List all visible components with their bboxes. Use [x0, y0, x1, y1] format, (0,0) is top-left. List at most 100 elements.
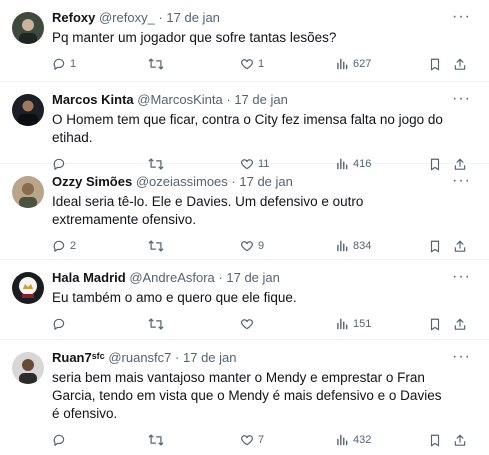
- like-count: 9: [258, 240, 265, 252]
- more-options-icon[interactable]: ···: [452, 269, 471, 285]
- reply-button[interactable]: 2: [52, 239, 76, 253]
- tweet-header: Marcos Kinta @MarcosKinta · 17 de jan: [52, 92, 445, 108]
- view-count: 834: [353, 240, 372, 252]
- reply-icon: [53, 58, 65, 70]
- tweet-item[interactable]: ··· Ruan7ˢᶠᶜ @ruansfc7 · 17 de jan seria…: [0, 340, 489, 447]
- share-icon: [454, 434, 466, 446]
- display-name[interactable]: Marcos Kinta: [52, 92, 134, 107]
- retweet-icon: [148, 434, 164, 446]
- tweet-header: Ozzy Simões @ozeiassimoes · 17 de jan: [52, 174, 445, 190]
- view-count: 627: [353, 58, 372, 70]
- tweet-text: O Homem tem que ficar, contra o City fez…: [52, 112, 443, 145]
- avatar[interactable]: [12, 94, 44, 126]
- display-name[interactable]: Ozzy Simões: [52, 174, 132, 189]
- tweet-actions: 151: [52, 311, 466, 339]
- like-button[interactable]: 1: [240, 57, 264, 71]
- avatar[interactable]: [12, 176, 44, 208]
- bookmark-button[interactable]: [428, 57, 442, 72]
- retweet-icon: [148, 318, 164, 330]
- more-options-icon[interactable]: ···: [452, 349, 471, 365]
- like-button[interactable]: 9: [240, 239, 264, 253]
- views-button[interactable]: 432: [335, 433, 371, 447]
- tweet-text: Pq manter um jogador que sofre tantas le…: [52, 30, 337, 45]
- views-button[interactable]: 151: [335, 317, 371, 331]
- display-name[interactable]: Ruan7ˢᶠᶜ: [52, 350, 105, 365]
- user-handle[interactable]: @AndreAsfora: [129, 270, 214, 285]
- display-name[interactable]: Hala Madrid: [52, 270, 126, 285]
- bookmark-button[interactable]: [428, 239, 442, 254]
- tweet-item[interactable]: ··· Marcos Kinta @MarcosKinta · 17 de ja…: [0, 82, 489, 171]
- tweet-item[interactable]: ··· Hala Madrid @AndreAsfora · 17 de jan…: [0, 260, 489, 340]
- like-button[interactable]: [240, 317, 258, 331]
- tweet-date[interactable]: 17 de jan: [166, 10, 220, 25]
- like-icon: [241, 59, 253, 70]
- avatar[interactable]: [12, 272, 44, 304]
- reply-icon: [53, 434, 65, 446]
- share-button[interactable]: [453, 317, 467, 332]
- tweet-header: Ruan7ˢᶠᶜ @ruansfc7 · 17 de jan: [52, 350, 445, 366]
- views-icon: [337, 58, 348, 70]
- tweet-item[interactable]: ··· Ozzy Simões @ozeiassimoes · 17 de ja…: [0, 164, 489, 260]
- like-icon: [241, 319, 253, 330]
- separator: ·: [218, 270, 223, 285]
- avatar[interactable]: [12, 12, 44, 44]
- reply-icon: [53, 318, 65, 330]
- views-button[interactable]: 834: [335, 239, 371, 253]
- tweet-date[interactable]: 17 de jan: [183, 350, 237, 365]
- reply-feed: ··· Refoxy @refoxy_ · 17 de jan Pq mante…: [0, 0, 489, 447]
- views-icon: [337, 434, 348, 446]
- retweet-icon: [148, 240, 164, 252]
- reply-button[interactable]: [52, 317, 70, 331]
- view-count: 151: [353, 318, 372, 330]
- more-options-icon[interactable]: ···: [452, 9, 471, 25]
- reply-icon: [53, 240, 65, 252]
- tweet-actions: 1 1 627: [52, 51, 466, 79]
- share-button[interactable]: [453, 57, 467, 72]
- share-icon: [454, 318, 466, 330]
- display-name[interactable]: Refoxy: [52, 10, 95, 25]
- tweet-item[interactable]: ··· Refoxy @refoxy_ · 17 de jan Pq mante…: [0, 0, 489, 82]
- bookmark-button[interactable]: [428, 433, 442, 448]
- reply-count: 2: [70, 240, 77, 252]
- tweet-date[interactable]: 17 de jan: [226, 270, 280, 285]
- more-options-icon[interactable]: ···: [452, 91, 471, 107]
- tweet-text: Ideal seria tê-lo. Ele e Davies. Um defe…: [52, 194, 364, 227]
- like-count: 1: [258, 58, 265, 70]
- tweet-header: Hala Madrid @AndreAsfora · 17 de jan: [52, 270, 445, 286]
- separator: ·: [158, 10, 163, 25]
- user-handle[interactable]: @refoxy_: [99, 10, 155, 25]
- more-options-icon[interactable]: ···: [452, 173, 471, 189]
- retweet-button[interactable]: [148, 317, 168, 331]
- retweet-button[interactable]: [148, 57, 168, 71]
- user-handle[interactable]: @MarcosKinta: [137, 92, 222, 107]
- tweet-text: Eu também o amo e quero que ele fique.: [52, 290, 297, 305]
- user-handle[interactable]: @ruansfc7: [108, 350, 171, 365]
- separator: ·: [226, 92, 231, 107]
- tweet-header: Refoxy @refoxy_ · 17 de jan: [52, 10, 445, 26]
- bookmark-button[interactable]: [428, 317, 442, 332]
- views-icon: [337, 240, 348, 252]
- views-icon: [337, 318, 348, 330]
- like-button[interactable]: 7: [240, 433, 264, 447]
- share-button[interactable]: [453, 433, 467, 448]
- tweet-actions: 2 9 834: [52, 233, 466, 261]
- share-icon: [454, 240, 466, 252]
- retweet-icon: [148, 58, 164, 70]
- share-button[interactable]: [453, 239, 467, 254]
- tweet-date[interactable]: 17 de jan: [239, 174, 293, 189]
- avatar[interactable]: [12, 352, 44, 384]
- reply-button[interactable]: [52, 433, 70, 447]
- retweet-button[interactable]: [148, 433, 168, 447]
- reply-button[interactable]: 1: [52, 57, 76, 71]
- user-handle[interactable]: @ozeiassimoes: [136, 174, 228, 189]
- tweet-date[interactable]: 17 de jan: [234, 92, 288, 107]
- retweet-button[interactable]: [148, 239, 168, 253]
- view-count: 432: [353, 434, 372, 446]
- bookmark-icon: [430, 434, 440, 447]
- tweet-actions: 7 432: [52, 427, 466, 455]
- share-icon: [454, 58, 466, 70]
- bookmark-icon: [430, 240, 440, 253]
- separator: ·: [231, 174, 236, 189]
- views-button[interactable]: 627: [335, 57, 371, 71]
- bookmark-icon: [430, 318, 440, 331]
